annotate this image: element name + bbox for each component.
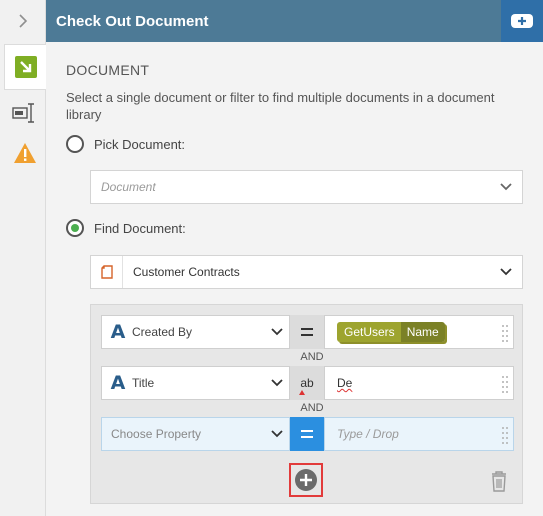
tag-source: GetUsers bbox=[337, 322, 401, 342]
text-compare-icon: ab bbox=[300, 376, 314, 390]
header-action-button[interactable] bbox=[501, 0, 543, 42]
find-document-option[interactable]: Find Document: bbox=[66, 219, 186, 237]
pick-document-label: Pick Document: bbox=[94, 136, 186, 152]
find-document-label: Find Document: bbox=[94, 220, 186, 236]
property-label: Created By bbox=[132, 325, 193, 339]
section-title: DOCUMENT bbox=[66, 62, 150, 78]
operator-button[interactable] bbox=[290, 417, 324, 451]
section-description: Select a single document or filter to fi… bbox=[66, 90, 495, 122]
chevron-down-icon bbox=[500, 268, 512, 276]
text-type-icon: A bbox=[110, 372, 126, 394]
expand-chevron-icon[interactable] bbox=[0, 0, 45, 42]
operator-button[interactable]: ab bbox=[290, 366, 324, 400]
value-text: De bbox=[337, 376, 353, 390]
document-select[interactable]: Document bbox=[90, 170, 523, 204]
panel-header: Check Out Document bbox=[46, 0, 543, 42]
chevron-down-icon bbox=[500, 183, 512, 191]
add-bubble-icon bbox=[511, 14, 533, 28]
find-document-radio[interactable] bbox=[66, 219, 84, 237]
property-placeholder: Choose Property bbox=[111, 427, 202, 441]
and-connector: AND bbox=[300, 402, 324, 414]
drag-handle-icon[interactable] bbox=[501, 323, 509, 343]
pick-document-radio[interactable] bbox=[66, 135, 84, 153]
chevron-down-icon bbox=[271, 430, 283, 438]
condition-value[interactable]: De bbox=[324, 366, 514, 400]
page-title: Check Out Document bbox=[56, 12, 209, 30]
action-arrow-icon bbox=[14, 56, 37, 78]
equals-icon bbox=[301, 328, 313, 336]
pick-document-option[interactable]: Pick Document: bbox=[66, 135, 185, 153]
condition-row: A Created By GetUsers Name bbox=[101, 315, 514, 349]
drag-handle-icon[interactable] bbox=[501, 425, 509, 445]
and-connector: AND bbox=[300, 351, 324, 363]
operator-button[interactable] bbox=[290, 315, 324, 349]
document-placeholder: Document bbox=[101, 180, 156, 194]
condition-value[interactable]: GetUsers Name bbox=[324, 315, 514, 349]
property-select[interactable]: Choose Property bbox=[101, 417, 290, 451]
tab-action[interactable] bbox=[4, 44, 46, 90]
variable-tag[interactable]: GetUsers Name bbox=[337, 322, 445, 342]
document-section: DOCUMENT Select a single document or fil… bbox=[46, 42, 543, 516]
left-rail bbox=[0, 0, 46, 516]
plus-circle-icon bbox=[295, 469, 317, 491]
trash-icon[interactable] bbox=[490, 470, 508, 492]
property-select[interactable]: A Created By bbox=[101, 315, 290, 349]
tag-field: Name bbox=[400, 322, 445, 342]
property-select[interactable]: A Title bbox=[101, 366, 290, 400]
chevron-down-icon bbox=[271, 379, 283, 387]
tab-warnings[interactable] bbox=[4, 130, 46, 176]
drag-handle-icon[interactable] bbox=[501, 374, 509, 394]
filter-conditions-panel: A Created By GetUsers Name AND A Title a… bbox=[90, 304, 523, 504]
condition-row: Choose Property Type / Drop bbox=[101, 417, 514, 451]
library-icon bbox=[91, 256, 123, 288]
condition-row: A Title ab De bbox=[101, 366, 514, 400]
library-select[interactable]: Customer Contracts bbox=[90, 255, 523, 289]
warning-icon bbox=[14, 143, 36, 163]
value-placeholder: Type / Drop bbox=[337, 427, 399, 441]
chevron-down-icon bbox=[271, 328, 283, 336]
property-label: Title bbox=[132, 376, 155, 390]
add-condition-button[interactable] bbox=[289, 463, 323, 497]
condition-value-input[interactable]: Type / Drop bbox=[324, 417, 514, 451]
library-value: Customer Contracts bbox=[133, 265, 240, 279]
text-field-icon bbox=[12, 103, 34, 123]
text-type-icon: A bbox=[110, 321, 126, 343]
equals-icon bbox=[301, 430, 313, 438]
